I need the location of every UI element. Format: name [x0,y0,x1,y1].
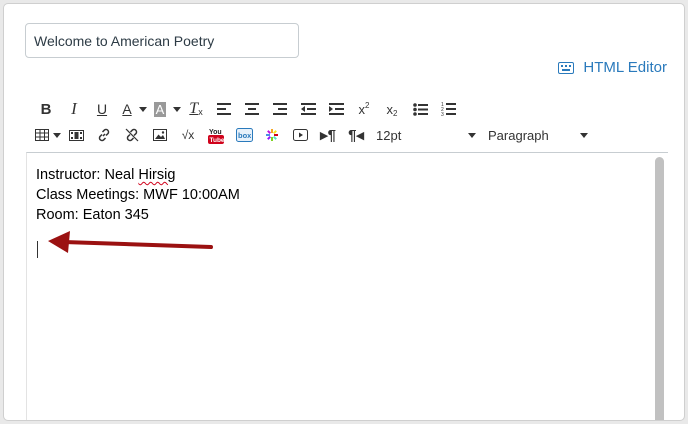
indent-button[interactable] [322,97,350,121]
chevron-down-icon [468,133,476,138]
unlink-icon [125,128,139,142]
rich-content-area[interactable]: Instructor: Neal Hirsig Class Meetings: … [26,152,668,420]
apps-pinwheel-icon [266,129,278,141]
scrollbar[interactable] [655,157,664,420]
table-icon [35,129,49,141]
youtube-button[interactable]: You Tube [202,123,230,147]
rtl-paragraph-button[interactable]: ¶◂ [342,123,370,147]
outdent-icon [300,103,316,115]
square-root-icon: √x [181,128,195,142]
ltr-paragraph-button[interactable]: ▸¶ [314,123,342,147]
font-size-value: 12pt [376,127,402,143]
block-format-select[interactable]: Paragraph [488,123,588,147]
room-line: Room: Eaton 345 [36,207,149,223]
toolbar-row-1: B I U A A Tx x2 x2 123 [32,97,462,121]
bullet-list-icon [412,102,428,116]
align-center-button[interactable] [238,97,266,121]
text-color-dropdown[interactable] [138,97,148,121]
link-icon [98,128,110,142]
numbered-list-button[interactable]: 123 [434,97,462,121]
svg-text:3: 3 [441,112,444,116]
table-button[interactable] [32,123,52,147]
align-right-button[interactable] [266,97,294,121]
chevron-down-icon [580,133,588,138]
film-icon [68,129,84,141]
html-editor-link[interactable]: HTML Editor [558,59,667,76]
block-format-value: Paragraph [488,127,549,143]
html-editor-label: HTML Editor [583,59,667,76]
equation-button[interactable]: √x [174,123,202,147]
subscript-button[interactable]: x2 [378,97,406,121]
svg-text:box: box [238,131,252,140]
bold-button[interactable]: B [32,97,60,121]
outdent-button[interactable] [294,97,322,121]
keyboard-icon [558,61,575,74]
underline-button[interactable]: U [88,97,116,121]
link-button[interactable] [90,123,118,147]
image-icon [153,129,167,141]
unlink-button[interactable] [118,123,146,147]
pilcrow-ltr-icon: ▸¶ [320,127,336,144]
align-center-icon [245,103,259,115]
align-right-icon [273,103,287,115]
pilcrow-rtl-icon: ¶◂ [348,127,364,144]
content-body[interactable]: Instructor: Neal Hirsig Class Meetings: … [36,165,240,225]
box-button[interactable]: box [230,123,258,147]
media-button[interactable] [62,123,90,147]
svg-text:You: You [209,129,222,136]
instructor-prefix: Instructor: Neal [36,167,139,183]
superscript-button[interactable]: x2 [350,97,378,121]
font-size-select[interactable]: 12pt [376,123,476,147]
embed-button[interactable] [286,123,314,147]
page-title-input[interactable] [25,23,299,58]
bullet-list-button[interactable] [406,97,434,121]
toolbar-row-2: √x You Tube box ▸¶ ¶◂ 12pt Paragraph [32,123,588,147]
misspelled-word: Hirsig [138,167,176,183]
instructor-line: Instructor: Neal Hirsig [36,165,240,185]
editor-panel: HTML Editor B I U A A Tx x2 x2 123 [3,3,685,421]
italic-button[interactable]: I [60,97,88,121]
play-icon [292,129,308,141]
image-button[interactable] [146,123,174,147]
align-left-button[interactable] [210,97,238,121]
text-color-button[interactable]: A [116,97,138,121]
align-left-icon [217,103,231,115]
svg-text:Tube: Tube [210,137,225,144]
background-color-dropdown[interactable] [172,97,182,121]
table-dropdown[interactable] [52,123,62,147]
indent-icon [328,103,344,115]
youtube-icon: YouTube [208,129,225,144]
box-icon: box [235,128,253,142]
background-color-button[interactable]: A [148,97,172,121]
text-cursor [37,241,38,258]
apps-button[interactable] [258,123,286,147]
clear-formatting-button[interactable]: Tx [182,97,210,121]
numbered-list-icon: 123 [441,102,456,116]
class-meetings-line: Class Meetings: MWF 10:00AM [36,187,240,203]
